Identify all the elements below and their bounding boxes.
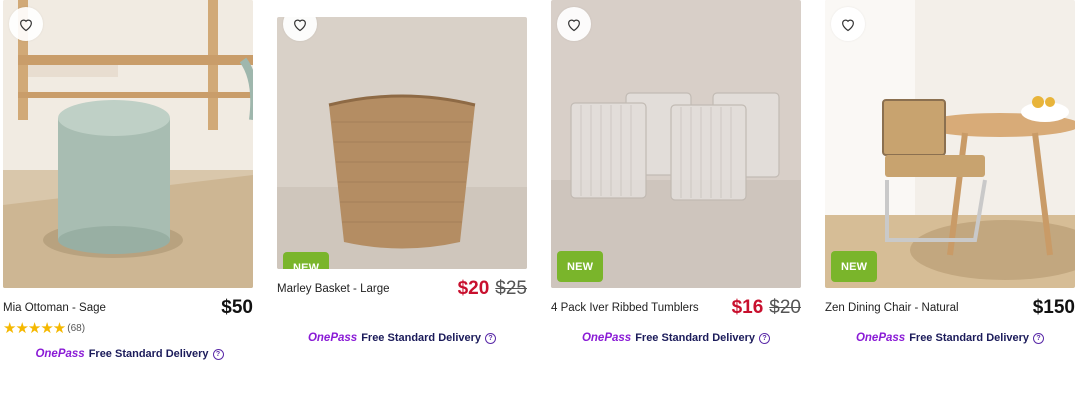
onepass-logo: OnePass [35,348,85,360]
heart-icon [568,19,580,31]
chair-photo [825,0,1075,288]
rating: ★★★★★ (68) [3,319,85,337]
question-circle-icon[interactable]: ? [485,332,497,344]
was-price: $20 [769,297,801,318]
question-circle-icon[interactable]: ? [759,332,771,344]
question-circle-icon[interactable]: ? [212,348,224,360]
onepass-delivery: OnePass Free Standard Delivery ? [277,332,527,344]
new-badge: NEW [831,251,878,282]
product-price: $16 $20 [732,297,801,319]
delivery-text: Free Standard Delivery [909,332,1030,344]
heart-icon [294,19,306,31]
product-name[interactable]: 4 Pack Iver Ribbed Tumblers [551,302,699,314]
product-card-marley-basket[interactable]: NEW Marley Basket - Large $20 $25 OnePass… [277,0,530,344]
wishlist-button[interactable] [9,7,43,41]
onepass-logo: OnePass [855,332,906,344]
product-card-zen-chair[interactable]: NEW Zen Dining Chair - Natural $150 OneP… [825,0,1078,344]
onepass-logo: OnePass [581,332,632,344]
onepass-delivery: OnePass Free Standard Delivery ? [551,332,801,344]
product-price: $50 [221,297,253,318]
product-card-mia-ottoman[interactable]: Mia Ottoman - Sage $50 ★★★★★ (68) OnePas… [3,0,256,360]
product-image[interactable]: NEW [551,0,801,288]
product-image[interactable]: NEW [277,17,527,269]
was-price: $25 [495,278,527,299]
product-card-iver-tumblers[interactable]: NEW 4 Pack Iver Ribbed Tumblers $16 $20 O… [551,0,804,344]
product-price: $20 $25 [458,278,527,300]
onepass-delivery: OnePass Free Standard Delivery ? [825,332,1075,344]
product-name[interactable]: Marley Basket - Large [277,283,390,295]
review-count: (68) [67,322,86,334]
ottoman-photo [3,0,253,288]
onepass-logo: OnePass [307,332,358,344]
wishlist-button[interactable] [831,7,865,41]
delivery-text: Free Standard Delivery [88,348,209,360]
product-image[interactable] [3,0,253,288]
question-circle-icon[interactable]: ? [1033,332,1045,344]
sale-price: $16 [731,297,764,318]
new-badge: NEW [283,252,330,269]
star-rating-icon: ★★★★★ [3,320,66,337]
basket-photo [277,17,527,269]
product-name[interactable]: Mia Ottoman - Sage [3,302,106,314]
delivery-text: Free Standard Delivery [635,332,756,344]
product-name[interactable]: Zen Dining Chair - Natural [825,302,959,314]
product-price: $150 [1032,297,1075,318]
sale-price: $20 [457,278,490,299]
product-image[interactable]: NEW [825,0,1075,288]
heart-icon [842,19,854,31]
new-badge: NEW [557,251,604,282]
heart-icon [20,19,32,31]
tumblers-photo [551,0,801,288]
onepass-delivery: OnePass Free Standard Delivery ? [3,348,256,360]
wishlist-button[interactable] [557,7,591,41]
delivery-text: Free Standard Delivery [361,332,482,344]
